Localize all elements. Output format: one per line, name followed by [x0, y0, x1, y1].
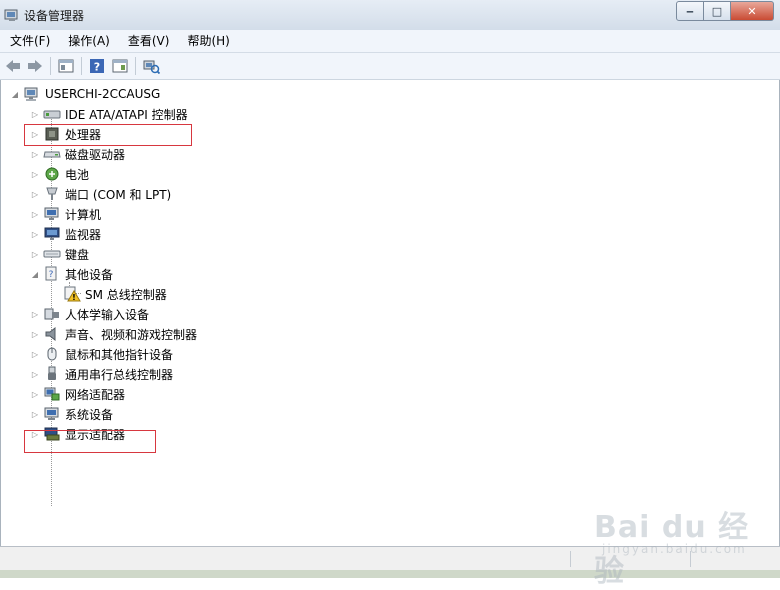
title-bar[interactable]: 设备管理器 ‒ □ ✕: [0, 0, 780, 31]
tree-item-label: 声音、视频和游戏控制器: [65, 327, 198, 342]
svg-text:!: !: [72, 293, 76, 302]
minimize-icon: ‒: [686, 4, 694, 18]
tree-item-label: 计算机: [65, 207, 102, 222]
tree-item-hid[interactable]: ▷ 人体学输入设备: [31, 305, 149, 323]
expand-arrow-icon[interactable]: ▷: [31, 370, 39, 379]
hid-icon: [43, 306, 61, 322]
tree-item-label: 电池: [65, 167, 90, 182]
forward-icon[interactable]: [26, 57, 44, 75]
expand-arrow-icon[interactable]: ▷: [31, 110, 39, 119]
computer-icon: [43, 206, 61, 222]
sound-icon: [43, 326, 61, 342]
collapse-arrow-icon[interactable]: ◢: [31, 270, 39, 279]
help-icon[interactable]: ?: [88, 57, 106, 75]
toolbar-separator: [135, 57, 136, 75]
tree-item-ide[interactable]: ▷ IDE ATA/ATAPI 控制器: [31, 105, 188, 123]
device-tree[interactable]: ◢ USERCHI-2CCAUSG ▷ IDE ATA/ATAPI 控制器 ▷ …: [0, 80, 780, 546]
port-icon: [43, 186, 61, 202]
expand-arrow-icon[interactable]: ▷: [31, 150, 39, 159]
network-adapter-icon: [43, 386, 61, 402]
tree-item-label: IDE ATA/ATAPI 控制器: [65, 107, 188, 122]
baidu-watermark-logo: Bai du 经验 jingyan.baidu.com: [594, 500, 764, 589]
tree-item-label: 端口 (COM 和 LPT): [65, 187, 172, 202]
tree-item-label: 通用串行总线控制器: [65, 367, 174, 382]
menu-action[interactable]: 操作(A): [60, 31, 118, 51]
back-icon[interactable]: [4, 57, 22, 75]
tree-item-network-adapter[interactable]: ▷ 网络适配器: [31, 385, 125, 403]
tree-root[interactable]: ◢ USERCHI-2CCAUSG: [11, 85, 160, 103]
tree-item-label: 监视器: [65, 227, 102, 242]
svg-text:?: ?: [94, 61, 100, 74]
battery-icon: [43, 166, 61, 182]
expand-arrow-icon[interactable]: ▷: [31, 170, 39, 179]
usb-icon: [43, 366, 61, 382]
watermark-subtext: jingyan.baidu.com: [602, 542, 747, 556]
highlight-box-display-adapter: [24, 430, 156, 453]
ide-controller-icon: [43, 106, 61, 122]
tree-item-label: 网络适配器: [65, 387, 126, 402]
tree-item-port[interactable]: ▷ 端口 (COM 和 LPT): [31, 185, 171, 203]
tree-item-usb[interactable]: ▷ 通用串行总线控制器: [31, 365, 173, 383]
tree-item-sm-bus[interactable]: ! SM 总线控制器: [63, 285, 167, 303]
tree-item-sound[interactable]: ▷ 声音、视频和游戏控制器: [31, 325, 197, 343]
expand-arrow-icon[interactable]: ▷: [31, 390, 39, 399]
tree-item-label: 鼠标和其他指针设备: [65, 347, 174, 362]
menu-view[interactable]: 查看(V): [120, 31, 178, 51]
device-manager-icon: [4, 7, 20, 23]
computer-root-icon: [23, 86, 41, 102]
warning-device-icon: !: [63, 286, 81, 302]
minimize-button[interactable]: ‒: [676, 1, 704, 21]
toolbar: ?: [0, 53, 780, 80]
close-icon: ✕: [747, 4, 757, 18]
tree-item-label: SM 总线控制器: [85, 287, 167, 302]
tree-item-label: 其他设备: [65, 267, 114, 282]
disk-drive-icon: [43, 146, 61, 162]
tree-item-battery[interactable]: ▷ 电池: [31, 165, 89, 183]
menu-bar: 文件(F) 操作(A) 查看(V) 帮助(H): [0, 30, 780, 53]
tree-item-mouse[interactable]: ▷ 鼠标和其他指针设备: [31, 345, 173, 363]
expand-arrow-icon[interactable]: ▷: [31, 190, 39, 199]
keyboard-icon: [43, 246, 61, 262]
tree-item-monitor[interactable]: ▷ 监视器: [31, 225, 101, 243]
highlight-box-processor: [24, 124, 192, 146]
show-hide-icon[interactable]: [111, 57, 129, 75]
tree-item-other-devices[interactable]: ◢ ? 其他设备: [31, 265, 113, 283]
scan-hardware-icon[interactable]: [142, 57, 160, 75]
expand-arrow-icon[interactable]: ▷: [31, 350, 39, 359]
tree-item-label: 人体学输入设备: [65, 307, 150, 322]
menu-file[interactable]: 文件(F): [2, 31, 58, 51]
expand-arrow-icon[interactable]: ▷: [31, 250, 39, 259]
close-button[interactable]: ✕: [731, 1, 774, 21]
properties-view-icon[interactable]: [57, 57, 75, 75]
expand-arrow-icon[interactable]: ▷: [31, 210, 39, 219]
maximize-button[interactable]: □: [704, 1, 731, 21]
mouse-icon: [43, 346, 61, 362]
window-controls: ‒ □ ✕: [676, 1, 774, 21]
menu-help[interactable]: 帮助(H): [179, 31, 237, 51]
system-devices-icon: [43, 406, 61, 422]
maximize-icon: □: [711, 4, 723, 18]
toolbar-separator: [50, 57, 51, 75]
expand-arrow-icon[interactable]: ▷: [31, 410, 39, 419]
monitor-icon: [43, 226, 61, 242]
svg-text:?: ?: [49, 270, 54, 280]
window-title: 设备管理器: [24, 9, 85, 23]
tree-item-disk-drive[interactable]: ▷ 磁盘驱动器: [31, 145, 125, 163]
tree-item-label: 键盘: [65, 247, 90, 262]
expand-arrow-icon[interactable]: ▷: [31, 310, 39, 319]
tree-item-label: 系统设备: [65, 407, 114, 422]
collapse-arrow-icon[interactable]: ◢: [11, 90, 19, 99]
expand-arrow-icon[interactable]: ▷: [31, 230, 39, 239]
tree-root-label: USERCHI-2CCAUSG: [45, 87, 161, 101]
toolbar-separator: [81, 57, 82, 75]
tree-item-computer[interactable]: ▷ 计算机: [31, 205, 101, 223]
tree-item-system-devices[interactable]: ▷ 系统设备: [31, 405, 113, 423]
expand-arrow-icon[interactable]: ▷: [31, 330, 39, 339]
other-devices-icon: ?: [43, 266, 61, 282]
status-divider: [570, 551, 571, 567]
tree-item-label: 磁盘驱动器: [65, 147, 126, 162]
tree-item-keyboard[interactable]: ▷ 键盘: [31, 245, 89, 263]
